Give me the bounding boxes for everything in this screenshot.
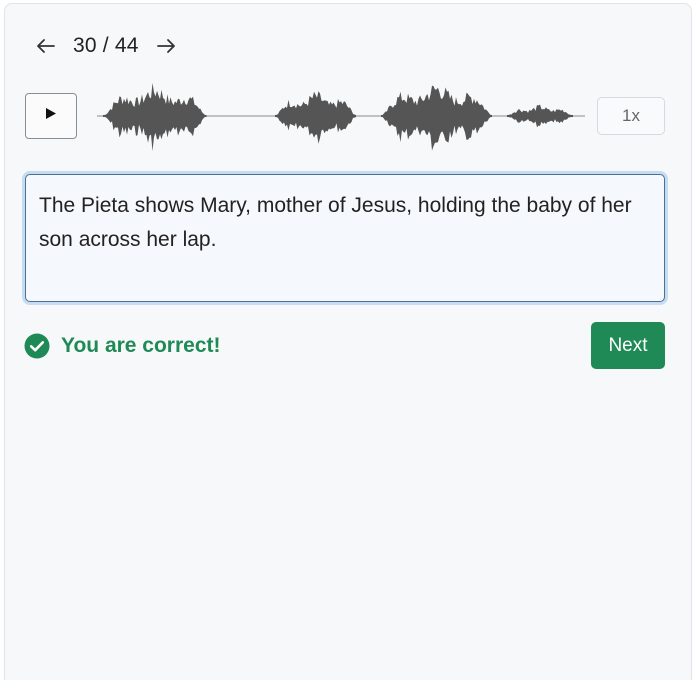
arrow-left-icon[interactable] xyxy=(33,33,59,59)
answer-textarea[interactable]: The Pieta shows Mary, mother of Jesus, h… xyxy=(25,174,665,302)
answer-focus-ring: The Pieta shows Mary, mother of Jesus, h… xyxy=(22,171,668,305)
play-icon xyxy=(45,107,57,125)
waveform-segment xyxy=(381,85,492,151)
waveform-segment xyxy=(275,91,356,144)
next-button[interactable]: Next xyxy=(591,322,665,369)
play-button[interactable] xyxy=(25,93,77,139)
arrow-right-icon[interactable] xyxy=(153,33,179,59)
feedback-row: You are correct! xyxy=(24,333,221,359)
audio-waveform[interactable] xyxy=(95,76,587,156)
pager: 30 / 44 xyxy=(33,28,179,64)
page-counter: 30 / 44 xyxy=(73,34,139,57)
waveform-segment xyxy=(103,82,207,152)
feedback-message: You are correct! xyxy=(61,334,221,357)
waveform-segment xyxy=(507,104,573,128)
check-circle-icon xyxy=(24,333,50,359)
playback-speed-button[interactable]: 1x xyxy=(597,97,665,135)
